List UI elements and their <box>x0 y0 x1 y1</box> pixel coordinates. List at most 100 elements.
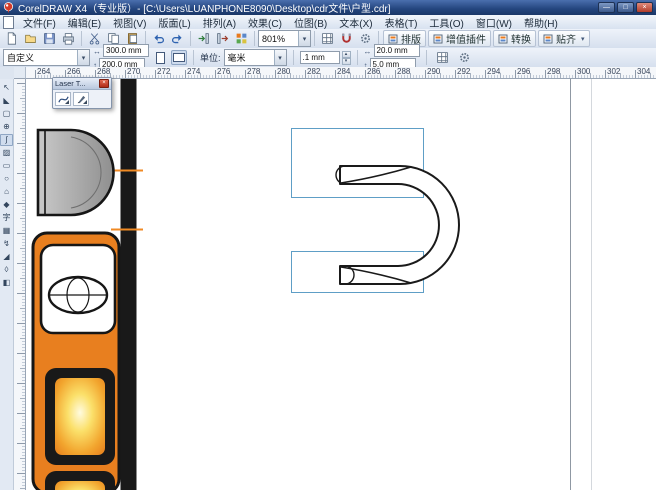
eyedropper-tool[interactable]: ◢ <box>0 251 13 263</box>
glow-button[interactable] <box>55 378 105 455</box>
duplicate-x-field[interactable]: 20.0 mm <box>374 44 420 57</box>
property-bar: 自定义 300.0 mm 200.0 mm 单位: 毫米 .1 mm 20.0 … <box>0 48 656 68</box>
units-combo[interactable]: 毫米 <box>224 49 287 66</box>
basic-shapes-tool[interactable]: ◆ <box>0 199 13 211</box>
freehand-tool[interactable]: ∫ <box>0 134 13 146</box>
undo-button[interactable] <box>149 30 168 47</box>
save-icon <box>43 32 56 45</box>
ruler-origin[interactable] <box>14 67 26 79</box>
menu-item[interactable]: 窗口(W) <box>470 15 518 30</box>
document-icon <box>3 16 14 29</box>
minimize-button[interactable]: — <box>598 2 615 13</box>
step-up-icon[interactable] <box>342 51 351 58</box>
text-tool[interactable]: 字 <box>0 212 13 224</box>
snap-button[interactable]: 贴齐 <box>538 30 590 47</box>
outline-tool[interactable]: ◊ <box>0 264 13 276</box>
page-size-preset-combo[interactable]: 自定义 <box>3 49 90 66</box>
laser-toolbar-body <box>53 90 111 108</box>
dup-x-icon <box>364 46 372 56</box>
menu-item[interactable]: 编辑(E) <box>62 15 107 30</box>
menu-item[interactable]: 帮助(H) <box>518 15 564 30</box>
step-down-icon[interactable] <box>342 58 351 65</box>
menu-item[interactable]: 工具(O) <box>423 15 469 30</box>
close-icon[interactable]: × <box>99 79 109 88</box>
window-title: CorelDRAW X4（专业版）- [C:\Users\LUANPHONE80… <box>18 0 391 15</box>
chevron-down-icon[interactable] <box>274 50 286 65</box>
draw-options-button[interactable] <box>455 49 474 66</box>
new-button[interactable] <box>2 30 21 47</box>
table-tool[interactable]: ▦ <box>0 225 13 237</box>
interactive-tool[interactable]: ↯ <box>0 238 13 250</box>
curve-icon <box>58 94 69 105</box>
zoom-level-combo[interactable]: 801% <box>258 30 311 47</box>
import-button[interactable] <box>194 30 213 47</box>
tool-glyph: ▨ <box>3 148 11 157</box>
laser-toolbar[interactable]: Laser T... × <box>52 77 112 109</box>
chevron-down-icon[interactable] <box>77 50 89 65</box>
tool-glyph: ▭ <box>3 161 11 170</box>
laser-toolbar-titlebar[interactable]: Laser T... × <box>53 78 111 90</box>
pick-tool[interactable]: ↖ <box>0 82 13 94</box>
rectangle-tool[interactable]: ▭ <box>0 160 13 172</box>
smart-fill-tool[interactable]: ▨ <box>0 147 13 159</box>
polygon-tool[interactable]: ⌂ <box>0 186 13 198</box>
ruler-number: 288 <box>395 67 425 78</box>
menu-item[interactable]: 视图(V) <box>107 15 152 30</box>
snap-to-grid-button[interactable] <box>318 30 337 47</box>
chevron-down-icon[interactable] <box>298 31 310 46</box>
open-button[interactable] <box>21 30 40 47</box>
menu-item[interactable]: 位图(B) <box>288 15 333 30</box>
pen-icon <box>76 94 87 105</box>
nudge-field[interactable]: .1 mm <box>300 51 340 64</box>
ellipse-tool[interactable]: ○ <box>0 173 13 185</box>
shape-tool[interactable]: ◣ <box>0 95 13 107</box>
selection-rect-top[interactable] <box>292 129 424 198</box>
page-width-field[interactable]: 300.0 mm <box>103 44 149 57</box>
maximize-button[interactable]: □ <box>617 2 634 13</box>
menu-item[interactable]: 排列(A) <box>197 15 242 30</box>
bezier-flyout-button[interactable] <box>73 92 89 106</box>
d-shape-button[interactable] <box>38 130 114 215</box>
nudge-stepper[interactable] <box>342 51 351 64</box>
snap-options-button[interactable] <box>433 49 452 66</box>
width-icon <box>93 46 101 56</box>
phone-artwork[interactable] <box>33 79 143 490</box>
horizontal-ruler[interactable]: 2642662682702722742762782802822842862882… <box>26 67 656 79</box>
separator <box>293 50 294 65</box>
plugins-button[interactable]: 增值插件 <box>428 30 491 47</box>
toolbar-button-label: 转换 <box>511 31 531 46</box>
redo-button[interactable] <box>168 30 187 47</box>
close-button[interactable]: × <box>636 2 653 13</box>
zoom-tool[interactable]: ⊕ <box>0 121 13 133</box>
menu-item[interactable]: 效果(C) <box>242 15 288 30</box>
vertical-ruler[interactable] <box>14 79 26 490</box>
convert-button[interactable]: 转换 <box>493 30 536 47</box>
horseshoe-outline[interactable] <box>340 166 459 284</box>
portrait-button[interactable] <box>152 50 168 65</box>
horseshoe-curve[interactable] <box>336 166 459 284</box>
window-controls: — □ × <box>598 2 653 13</box>
save-button[interactable] <box>40 30 59 47</box>
export-icon <box>216 32 229 45</box>
black-strip[interactable] <box>121 79 137 490</box>
menu-item[interactable]: 版面(L) <box>152 15 196 30</box>
menu-item[interactable]: 文件(F) <box>17 15 62 30</box>
ruler-number: 284 <box>335 67 365 78</box>
menu-item[interactable]: 表格(T) <box>379 15 424 30</box>
landscape-button[interactable] <box>171 50 187 65</box>
ruler-number: 300 <box>575 67 605 78</box>
print-button[interactable] <box>59 30 78 47</box>
crop-tool[interactable]: ▢ <box>0 108 13 120</box>
toolbar-button-icon <box>433 34 443 44</box>
app-launcher-button[interactable] <box>232 30 251 47</box>
glow-button[interactable] <box>55 481 105 490</box>
grid-icon <box>436 51 449 64</box>
toolbar-button-icon <box>498 34 508 44</box>
freehand-flyout-button[interactable] <box>55 92 71 106</box>
menu-item[interactable]: 文本(X) <box>333 15 378 30</box>
drawing-canvas[interactable] <box>26 79 656 490</box>
fill-tool[interactable]: ◧ <box>0 277 13 289</box>
export-button[interactable] <box>213 30 232 47</box>
tool-glyph: ◧ <box>3 278 11 287</box>
snap-to-guides-button[interactable] <box>337 30 356 47</box>
